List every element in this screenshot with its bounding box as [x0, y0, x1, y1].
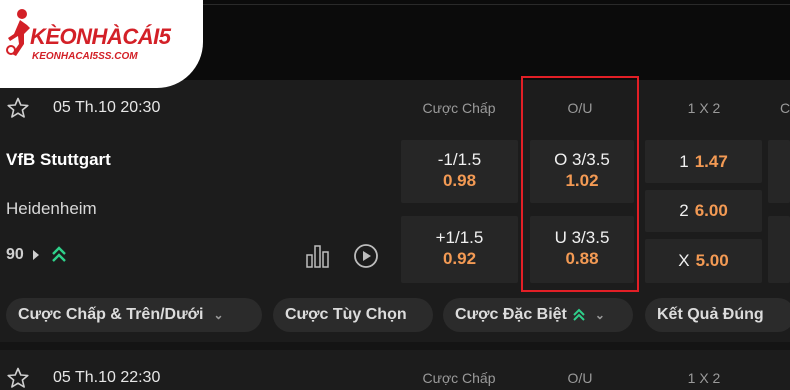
- column-header-1x2: 1 X 2: [687, 370, 721, 386]
- double-chevron-up-icon: [573, 308, 585, 321]
- column-header-handicap: Cược Chấp: [422, 370, 496, 386]
- selection-price: 6.00: [694, 201, 728, 220]
- ou-highlight-box: [521, 76, 639, 292]
- tab-correct-score[interactable]: Kết Quả Đúng: [645, 298, 790, 332]
- odds-cell-next[interactable]: [768, 140, 790, 203]
- odds-cell-2[interactable]: 2 6.00: [645, 190, 762, 232]
- site-logo[interactable]: KÈONHÀCÁI5 KEONHACAI5SS.COM: [0, 0, 203, 88]
- tab-label: Cược Chấp & Trên/Dưới: [18, 306, 204, 323]
- selection-label: 2: [679, 201, 689, 220]
- match-card-2: 05 Th.10 22:30 Cược Chấp O/U 1 X 2: [0, 350, 790, 390]
- column-header-1x2: 1 X 2: [687, 100, 721, 116]
- odds-cell-x[interactable]: X 5.00: [645, 239, 762, 283]
- favorite-star-icon[interactable]: [6, 96, 30, 120]
- stats-chart-icon[interactable]: [305, 243, 331, 269]
- odds-cell-next[interactable]: [768, 216, 790, 283]
- handicap-price: 0.92: [442, 249, 477, 268]
- odds-cell-handicap-home[interactable]: -1/1.5 0.98: [401, 140, 518, 203]
- selection-price: 1.47: [694, 151, 728, 171]
- home-team-name[interactable]: VfB Stuttgart: [6, 150, 111, 170]
- tab-custom-bets[interactable]: Cược Tùy Chọn: [273, 298, 433, 332]
- tab-label: Cược Đặc Biệt: [455, 306, 567, 323]
- column-header-handicap: Cược Chấp: [422, 100, 496, 116]
- tab-label: Kết Quả Đúng: [657, 306, 764, 323]
- odds-cell-1[interactable]: 1 1.47: [645, 140, 762, 183]
- away-team-name[interactable]: Heidenheim: [6, 199, 97, 219]
- tab-label: Cược Tùy Chọn: [285, 306, 407, 323]
- double-chevron-up-icon[interactable]: [51, 245, 67, 263]
- play-arrow-icon: [33, 250, 39, 260]
- match-time: 05 Th.10 22:30: [53, 369, 161, 386]
- handicap-price: 0.98: [442, 171, 477, 190]
- chevron-down-icon: ⌄: [594, 308, 605, 322]
- favorite-star-icon[interactable]: [6, 366, 30, 390]
- selection-label: X: [678, 251, 690, 270]
- tab-handicap-ou[interactable]: Cược Chấp & Trên/Dưới ⌄: [6, 298, 262, 332]
- match-time: 05 Th.10 20:30: [53, 99, 161, 116]
- tab-special-bets[interactable]: Cược Đặc Biệt ⌄: [443, 298, 633, 332]
- match-minute: 90: [6, 246, 24, 263]
- logo-text: KÈONHÀCÁI5: [30, 24, 171, 49]
- live-play-icon[interactable]: [353, 243, 379, 269]
- selection-label: 1: [679, 151, 689, 171]
- logo-url: KEONHACAI5SS.COM: [32, 51, 138, 62]
- column-header-next-cut: C: [780, 100, 790, 116]
- odds-cell-handicap-away[interactable]: +1/1.5 0.92: [401, 216, 518, 283]
- column-header-ou: O/U: [567, 370, 593, 386]
- handicap-line: +1/1.5: [435, 228, 484, 247]
- selection-price: 5.00: [695, 251, 729, 270]
- chevron-down-icon: ⌄: [213, 308, 224, 322]
- handicap-line: -1/1.5: [437, 150, 482, 169]
